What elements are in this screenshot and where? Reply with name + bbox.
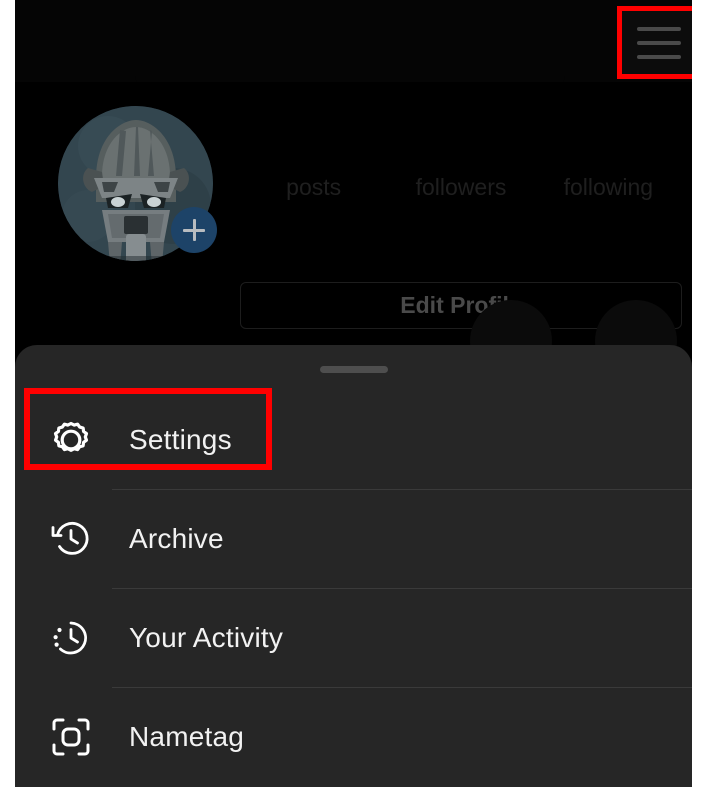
bottom-sheet-menu: Settings Archive Your Activity Nametag	[15, 345, 692, 787]
stat-followers[interactable]: followers	[387, 146, 534, 201]
top-bar	[15, 0, 692, 96]
stat-posts-value	[240, 146, 387, 173]
nametag-scan-icon	[48, 714, 94, 760]
stat-following-value	[535, 146, 682, 173]
menu-list: Settings Archive Your Activity Nametag	[15, 390, 692, 786]
stat-following-label: following	[563, 174, 654, 200]
menu-item-archive-label: Archive	[129, 522, 224, 554]
phone-screen: posts followers following Edit Profile S…	[15, 0, 692, 787]
plus-icon-vertical	[192, 219, 196, 241]
archive-clock-icon	[48, 516, 94, 562]
gear-icon	[48, 417, 94, 463]
stat-posts[interactable]: posts	[240, 146, 387, 201]
hamburger-bar-2	[637, 41, 681, 45]
stat-followers-label: followers	[415, 174, 507, 200]
hamburger-bar-3	[637, 55, 681, 59]
avatar-container[interactable]	[58, 106, 217, 261]
menu-item-nametag[interactable]: Nametag	[15, 687, 692, 786]
stat-posts-label: posts	[286, 174, 342, 200]
menu-item-your-activity-label: Your Activity	[129, 621, 284, 653]
sheet-drag-handle[interactable]	[319, 366, 388, 373]
menu-item-your-activity[interactable]: Your Activity	[15, 588, 692, 687]
hamburger-bar-1	[637, 27, 681, 31]
profile-header: posts followers following Edit Profile	[15, 82, 692, 347]
menu-item-archive[interactable]: Archive	[15, 489, 692, 588]
menu-item-settings[interactable]: Settings	[15, 390, 692, 489]
add-story-badge[interactable]	[171, 207, 217, 253]
profile-stats: posts followers following	[240, 146, 682, 201]
menu-item-nametag-label: Nametag	[129, 720, 245, 752]
hamburger-menu-icon[interactable]	[628, 17, 690, 69]
stat-followers-value	[387, 146, 534, 173]
activity-clock-icon	[48, 615, 94, 661]
menu-item-settings-label: Settings	[129, 423, 232, 455]
stat-following[interactable]: following	[535, 146, 682, 201]
